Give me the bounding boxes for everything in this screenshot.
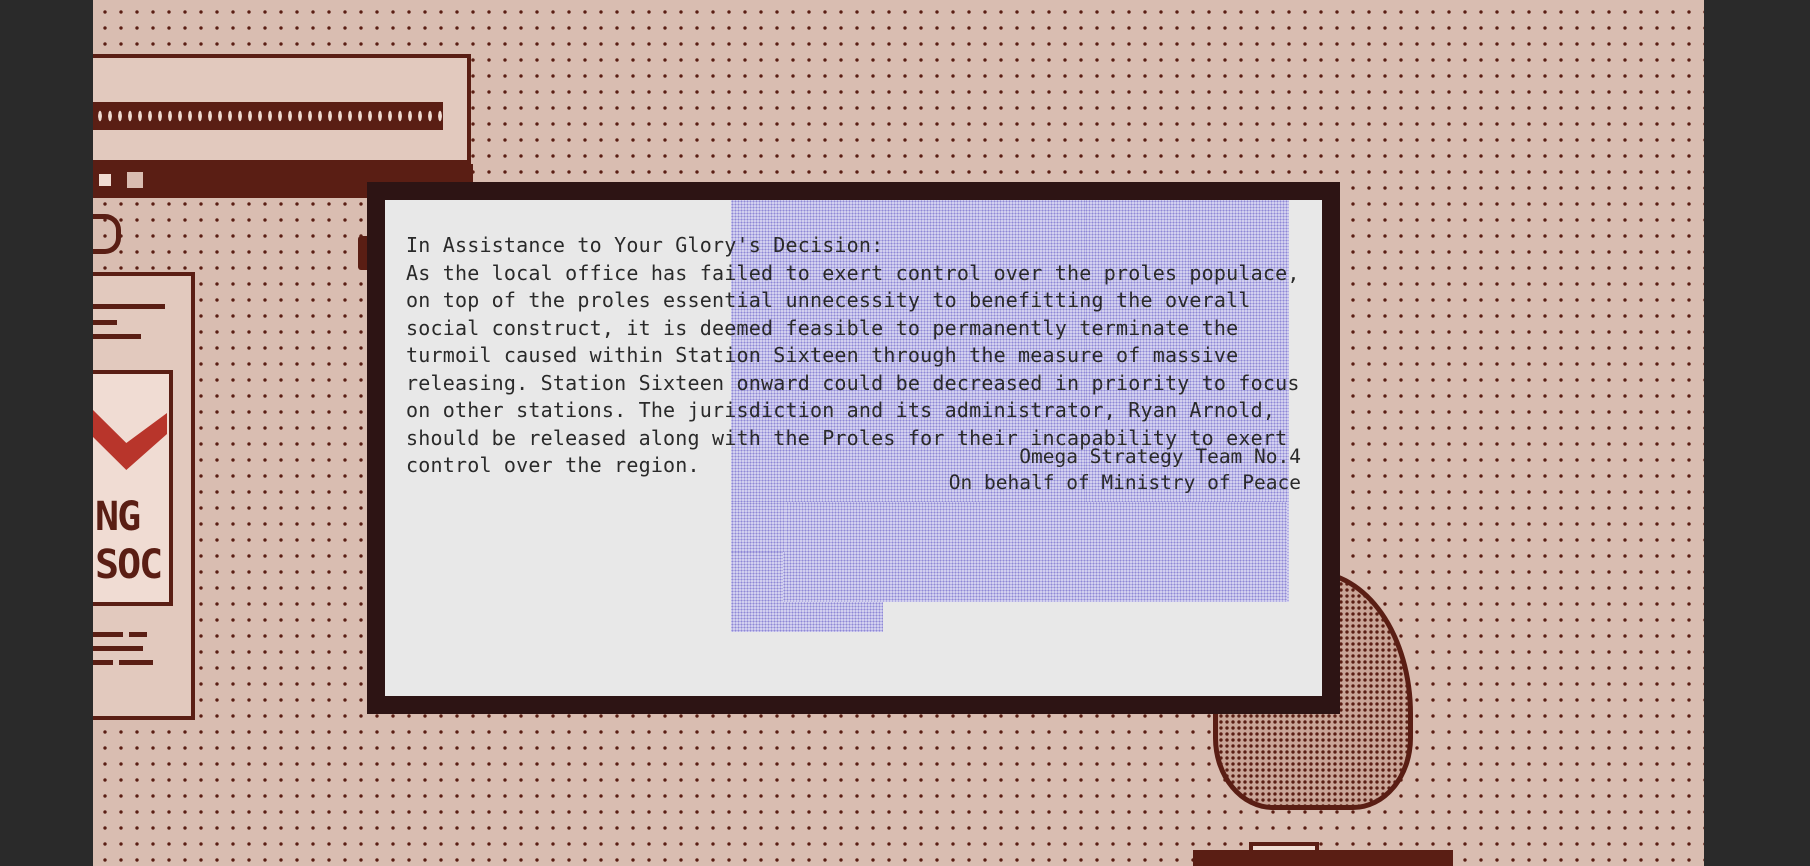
- letter-paper: In Assistance to Your Glory's Decision: …: [385, 200, 1322, 696]
- letter-text: In Assistance to Your Glory's Decision: …: [406, 232, 1306, 480]
- poster-text-line2: SOC: [95, 542, 163, 588]
- poster-card: NG SOC: [93, 370, 173, 606]
- wall-poster: NG SOC: [93, 272, 195, 720]
- toolbar-button-icon[interactable]: [99, 174, 111, 186]
- poster-line: [93, 646, 143, 651]
- letter-dialog[interactable]: In Assistance to Your Glory's Decision: …: [367, 182, 1340, 714]
- top-window-panel: [93, 54, 471, 164]
- character-body: [1193, 850, 1453, 866]
- poster-line: [93, 304, 165, 309]
- poster-line: [93, 320, 117, 325]
- toolbar-square-icon[interactable]: [127, 172, 143, 188]
- signature-line1: Omega Strategy Team No.4: [1019, 445, 1301, 468]
- poster-text-line1: NG: [95, 494, 141, 540]
- poster-line: [93, 660, 113, 665]
- poster-line: [93, 632, 123, 637]
- letter-heading: In Assistance to Your Glory's Decision:: [406, 233, 884, 257]
- poster-line: [129, 632, 147, 637]
- hook-icon: [93, 214, 121, 254]
- poster-line: [119, 660, 153, 665]
- signature-line2: On behalf of Ministry of Peace: [948, 471, 1301, 494]
- chevron-emblem-icon: [93, 410, 167, 470]
- right-letterbox: [1704, 0, 1810, 866]
- progress-bar: [93, 102, 443, 130]
- poster-line: [93, 334, 141, 339]
- letter-signature: Omega Strategy Team No.4 On behalf of Mi…: [949, 444, 1301, 496]
